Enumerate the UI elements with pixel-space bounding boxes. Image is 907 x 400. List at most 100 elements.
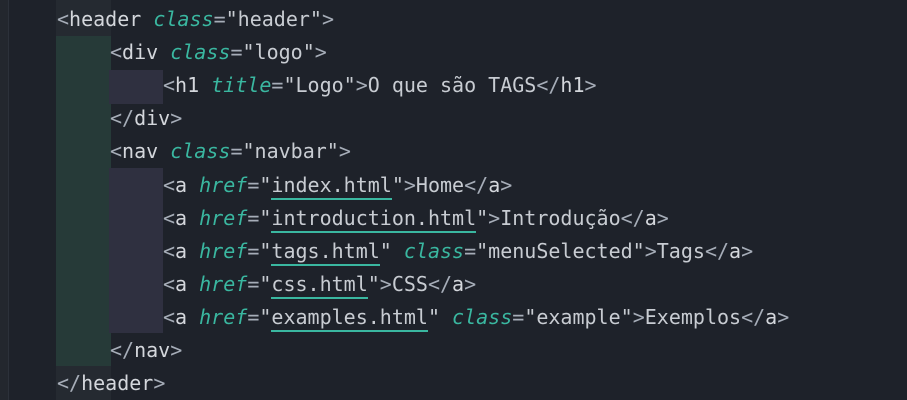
code-token: " [379, 238, 392, 263]
code-token: class [153, 7, 214, 31]
code-token: " [259, 205, 272, 230]
code-token: class [170, 40, 231, 65]
code-token: < [163, 271, 176, 296]
code-token: </ [741, 304, 766, 329]
code-token: "Logo" [283, 73, 356, 98]
code-token: < [163, 73, 176, 98]
code-token: a [175, 271, 188, 296]
code-token: "navbar" [242, 139, 339, 164]
code-token: Exemplos [644, 304, 742, 329]
code-link-token[interactable]: index.html [271, 172, 392, 200]
code-token: nav [122, 139, 159, 164]
code-line[interactable]: <a href="index.html">Home</a> [163, 169, 512, 202]
code-token: div [134, 106, 171, 131]
code-token: " [259, 238, 272, 263]
code-token: > [741, 238, 754, 263]
indent-guide [56, 36, 111, 366]
code-token: </ [57, 371, 82, 396]
code-editor[interactable]: <header class="header"> <div class="logo"… [0, 0, 907, 400]
code-token: </ [704, 238, 730, 263]
code-token: = [213, 7, 226, 31]
code-token: > [338, 139, 351, 164]
code-line[interactable]: <header class="header"> [57, 3, 334, 36]
code-token: " [367, 271, 380, 296]
code-token: class [452, 304, 513, 329]
code-token: class [170, 139, 231, 164]
code-token: title [211, 73, 272, 98]
code-token: > [464, 271, 477, 296]
code-token: href [199, 271, 248, 296]
code-line[interactable]: <a href="css.html">CSS</a> [163, 268, 476, 301]
code-token: > [355, 73, 368, 98]
code-token: class [403, 238, 465, 263]
code-token: > [488, 205, 501, 230]
code-token: < [163, 304, 176, 329]
code-token: < [110, 40, 123, 65]
editor-gutter [0, 0, 9, 400]
code-line[interactable]: <h1 title="Logo">O que são TAGS</h1> [163, 69, 597, 102]
code-token: div [122, 40, 159, 65]
code-line[interactable]: </div> [110, 102, 182, 135]
code-token: > [153, 371, 166, 396]
code-token: = [247, 271, 260, 296]
code-token: > [656, 205, 669, 230]
code-token: href [199, 304, 248, 329]
code-token: header [81, 371, 154, 396]
code-token: a [175, 172, 188, 197]
code-token: > [321, 7, 334, 31]
code-token: = [247, 172, 260, 197]
code-token: = [247, 304, 260, 329]
code-link-token[interactable]: introduction.html [271, 205, 477, 233]
code-line[interactable]: <a href="introduction.html">Introdução</… [163, 202, 669, 235]
code-token: < [57, 7, 70, 31]
code-token: < [110, 139, 123, 164]
code-token: </ [536, 73, 561, 98]
code-link-token[interactable]: css.html [271, 271, 368, 299]
code-token: Home [415, 172, 465, 197]
code-token: href [199, 172, 248, 197]
code-token: "menuSelected" [476, 238, 645, 263]
code-token: = [247, 238, 260, 263]
code-token: header [69, 7, 142, 31]
code-link-token[interactable]: examples.html [271, 304, 428, 332]
code-line[interactable]: <a href="examples.html" class="example">… [163, 301, 789, 334]
indent-guide [109, 168, 163, 333]
code-token: </ [620, 205, 645, 230]
code-line[interactable]: <div class="logo"> [110, 36, 327, 69]
code-line[interactable]: </nav> [110, 334, 182, 367]
code-token: > [170, 106, 183, 131]
code-token: a [644, 205, 657, 230]
code-token: " [259, 304, 272, 329]
code-token: CSS [391, 271, 428, 296]
code-token: nav [134, 338, 171, 362]
code-token: a [175, 205, 188, 230]
code-token: > [644, 238, 657, 263]
code-line[interactable]: </header> [57, 367, 165, 400]
code-link-token[interactable]: tags.html [271, 238, 380, 266]
code-token: h1 [560, 73, 585, 98]
code-token: > [500, 172, 513, 197]
code-token: = [271, 73, 284, 98]
code-token: = [464, 238, 477, 263]
code-token: "logo" [242, 40, 315, 65]
code-token: > [170, 338, 183, 362]
code-token: = [247, 205, 260, 230]
code-token: O que são TAGS [367, 73, 537, 98]
code-token: href [199, 238, 248, 263]
code-token: a [765, 304, 778, 329]
code-line[interactable]: <a href="tags.html" class="menuSelected"… [163, 235, 753, 268]
code-line[interactable]: <nav class="navbar"> [110, 135, 351, 168]
code-token: "header" [225, 7, 322, 31]
code-token: </ [464, 172, 489, 197]
code-token: </ [110, 106, 135, 131]
